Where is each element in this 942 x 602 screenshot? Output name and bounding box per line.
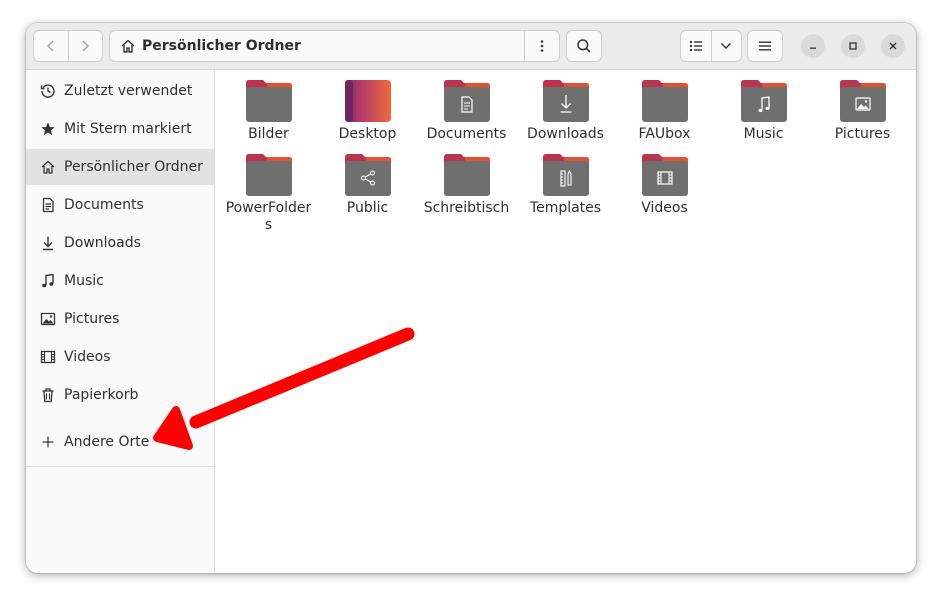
folder-item[interactable]: FAUbox: [615, 80, 714, 143]
path-bar: Persönlicher Ordner: [109, 30, 560, 62]
chevron-left-icon: [46, 40, 54, 52]
sidebar-item-label: Persönlicher Ordner: [64, 159, 203, 175]
folder-label: Downloads: [527, 126, 604, 142]
view-options-button[interactable]: [710, 31, 742, 61]
sidebar-item-pictures[interactable]: Pictures: [26, 301, 214, 337]
desktop-folder-icon: [344, 80, 391, 122]
videos-folder-icon: [641, 154, 688, 196]
folder-label: Videos: [641, 200, 688, 216]
picture-icon: [38, 309, 58, 329]
folder-item[interactable]: Desktop: [318, 80, 417, 143]
maximize-button[interactable]: [841, 34, 865, 58]
path-crumb-home[interactable]: Persönlicher Ordner: [110, 31, 524, 61]
path-title: Persönlicher Ordner: [142, 38, 301, 54]
sidebar: Zuletzt verwendet Mit Stern markiert Per…: [26, 70, 215, 573]
download-icon: [38, 233, 58, 253]
folder-label: Templates: [529, 200, 602, 216]
sidebar-item-label: Zuletzt verwendet: [64, 83, 193, 99]
trash-icon: [38, 385, 58, 405]
folder-icon: [245, 154, 292, 196]
navigation-buttons: [33, 30, 103, 62]
film-icon: [38, 347, 58, 367]
sidebar-item-label: Andere Orte: [64, 434, 150, 450]
home-icon: [121, 39, 135, 53]
folder-label: Pictures: [834, 126, 891, 142]
sidebar-item-label: Music: [64, 273, 104, 289]
sidebar-item-label: Downloads: [64, 235, 141, 251]
folder-label: Public: [346, 200, 389, 216]
folder-label: FAUbox: [638, 126, 691, 142]
hamburger-icon: [759, 41, 771, 51]
sidebar-item-label: Papierkorb: [64, 387, 139, 403]
file-manager-window: Persönlicher Ordner Zuletzt verwendet Mi…: [26, 23, 916, 573]
sidebar-separator: [26, 466, 214, 467]
back-button[interactable]: [34, 31, 68, 61]
sidebar-item-music[interactable]: Music: [26, 263, 214, 299]
sidebar-item-trash[interactable]: Papierkorb: [26, 377, 214, 413]
folder-label: Music: [743, 126, 784, 142]
sidebar-item-starred[interactable]: Mit Stern markiert: [26, 111, 214, 147]
documents-folder-icon: [443, 80, 490, 122]
sidebar-item-label: Videos: [64, 349, 111, 365]
downloads-folder-icon: [542, 80, 589, 122]
main-menu-button[interactable]: [747, 30, 783, 62]
minimize-button[interactable]: [801, 34, 825, 58]
folder-item[interactable]: Schreibtisch: [417, 154, 516, 217]
list-view-button[interactable]: [681, 31, 711, 61]
document-icon: [38, 195, 58, 215]
folder-item[interactable]: Videos: [615, 154, 714, 217]
close-icon: [889, 42, 897, 50]
folder-label: PowerFolders: [225, 200, 312, 233]
folder-icon: [245, 80, 292, 122]
sidebar-item-label: Documents: [64, 197, 144, 213]
folder-grid: Bilder Desktop Documents Downloads FAUbo…: [215, 70, 916, 573]
templates-folder-icon: [542, 154, 589, 196]
maximize-icon: [849, 42, 857, 50]
folder-item[interactable]: Documents: [417, 80, 516, 143]
home-icon: [38, 157, 58, 177]
folder-item[interactable]: Music: [714, 80, 813, 143]
folder-item[interactable]: PowerFolders: [219, 154, 318, 234]
folder-label: Bilder: [248, 126, 289, 142]
folder-icon: [443, 154, 490, 196]
close-button[interactable]: [881, 34, 905, 58]
star-icon: [38, 119, 58, 139]
folder-item[interactable]: Pictures: [813, 80, 912, 143]
music-icon: [38, 271, 58, 291]
vertical-dots-icon: [540, 40, 544, 52]
sidebar-item-videos[interactable]: Videos: [26, 339, 214, 375]
forward-button[interactable]: [67, 31, 103, 61]
clock-icon: [38, 81, 58, 101]
sidebar-item-recent[interactable]: Zuletzt verwendet: [26, 73, 214, 109]
folder-label: Documents: [426, 126, 507, 142]
folder-label: Schreibtisch: [423, 200, 510, 216]
sidebar-item-documents[interactable]: Documents: [26, 187, 214, 223]
pictures-folder-icon: [839, 80, 886, 122]
music-folder-icon: [740, 80, 787, 122]
sidebar-item-other-places[interactable]: Andere Orte: [26, 424, 214, 460]
chevron-right-icon: [82, 40, 90, 52]
view-toggle: [680, 30, 742, 62]
sidebar-item-downloads[interactable]: Downloads: [26, 225, 214, 261]
folder-icon: [641, 80, 688, 122]
path-menu-button[interactable]: [524, 31, 559, 61]
folder-item[interactable]: Bilder: [219, 80, 318, 143]
minimize-icon: [810, 47, 816, 49]
list-view-icon: [689, 41, 702, 51]
header-bar: Persönlicher Ordner: [26, 23, 916, 70]
folder-label: Desktop: [338, 126, 397, 142]
search-icon: [577, 39, 591, 53]
sidebar-item-label: Pictures: [64, 311, 120, 327]
sidebar-item-label: Mit Stern markiert: [64, 121, 192, 137]
folder-item[interactable]: Public: [318, 154, 417, 217]
chevron-down-icon: [721, 43, 732, 49]
plus-icon: [38, 432, 58, 452]
sidebar-item-home[interactable]: Persönlicher Ordner: [26, 149, 214, 185]
public-folder-icon: [344, 154, 391, 196]
folder-item[interactable]: Templates: [516, 154, 615, 217]
search-button[interactable]: [566, 30, 602, 62]
folder-item[interactable]: Downloads: [516, 80, 615, 143]
